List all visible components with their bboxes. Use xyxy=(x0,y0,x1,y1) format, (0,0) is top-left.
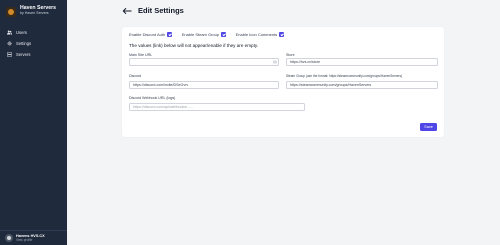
store-label: Store xyxy=(286,53,295,57)
users-icon xyxy=(7,30,12,35)
checkbox-checked[interactable] xyxy=(167,32,172,37)
store-input[interactable] xyxy=(286,58,438,66)
brand-logo xyxy=(6,7,16,17)
main-site-url-input[interactable] xyxy=(129,58,279,66)
brand[interactable]: Haven Servers by Haven Servers xyxy=(6,5,56,17)
user-profile[interactable]: Havens HVS.CX View profile xyxy=(0,230,67,245)
sidebar: Haven Servers by Haven Servers Users Set… xyxy=(0,0,67,245)
main-site-url-label: Main Site URL xyxy=(129,53,153,57)
page-header: Edit Settings xyxy=(122,6,184,15)
view-profile-link[interactable]: View profile xyxy=(16,238,45,242)
save-button[interactable]: Save xyxy=(420,123,437,131)
steam-group-label: Steam Group (use the format: https://ste… xyxy=(286,74,403,78)
checkbox-checked[interactable] xyxy=(221,32,226,37)
checkbox-label: Enable Steam Group xyxy=(181,32,220,37)
key-icon xyxy=(273,60,277,64)
steam-group-checkbox[interactable]: Enable Steam Group xyxy=(182,32,226,37)
sidebar-item-settings[interactable]: Settings xyxy=(0,38,67,49)
sidebar-item-label: Servers xyxy=(16,52,31,57)
webhook-label: Discord Webhook URL (logs) xyxy=(129,96,176,100)
empty-values-notice: The values (link) below will not appear/… xyxy=(129,43,259,48)
gear-icon xyxy=(7,41,12,46)
webhook-input[interactable] xyxy=(129,103,305,111)
checkbox-row: Enable Discord Auth Enable Steam Group E… xyxy=(129,32,294,37)
sidebar-item-servers[interactable]: Servers xyxy=(0,49,67,60)
icon-comments-checkbox[interactable]: Enable Icon Comments xyxy=(236,32,284,37)
sidebar-item-label: Users xyxy=(16,30,27,35)
checkbox-label: Enable Discord Auth xyxy=(129,32,166,37)
steam-group-input[interactable] xyxy=(286,81,438,89)
sidebar-item-label: Settings xyxy=(16,41,32,46)
discord-label: Discord xyxy=(129,74,142,78)
sidebar-item-users[interactable]: Users xyxy=(0,27,67,38)
discord-input[interactable] xyxy=(129,81,279,89)
avatar xyxy=(5,234,13,242)
arrow-left-icon[interactable] xyxy=(122,7,132,15)
brand-subtitle: by Haven Servers xyxy=(20,11,49,15)
page-title: Edit Settings xyxy=(138,6,184,15)
discord-auth-checkbox[interactable]: Enable Discord Auth xyxy=(129,32,172,37)
server-icon xyxy=(7,52,12,57)
checkbox-label: Enable Icon Comments xyxy=(235,32,278,37)
sidebar-nav: Users Settings Servers xyxy=(0,27,67,60)
settings-card: Enable Discord Auth Enable Steam Group E… xyxy=(122,27,444,137)
checkbox-checked[interactable] xyxy=(279,32,284,37)
